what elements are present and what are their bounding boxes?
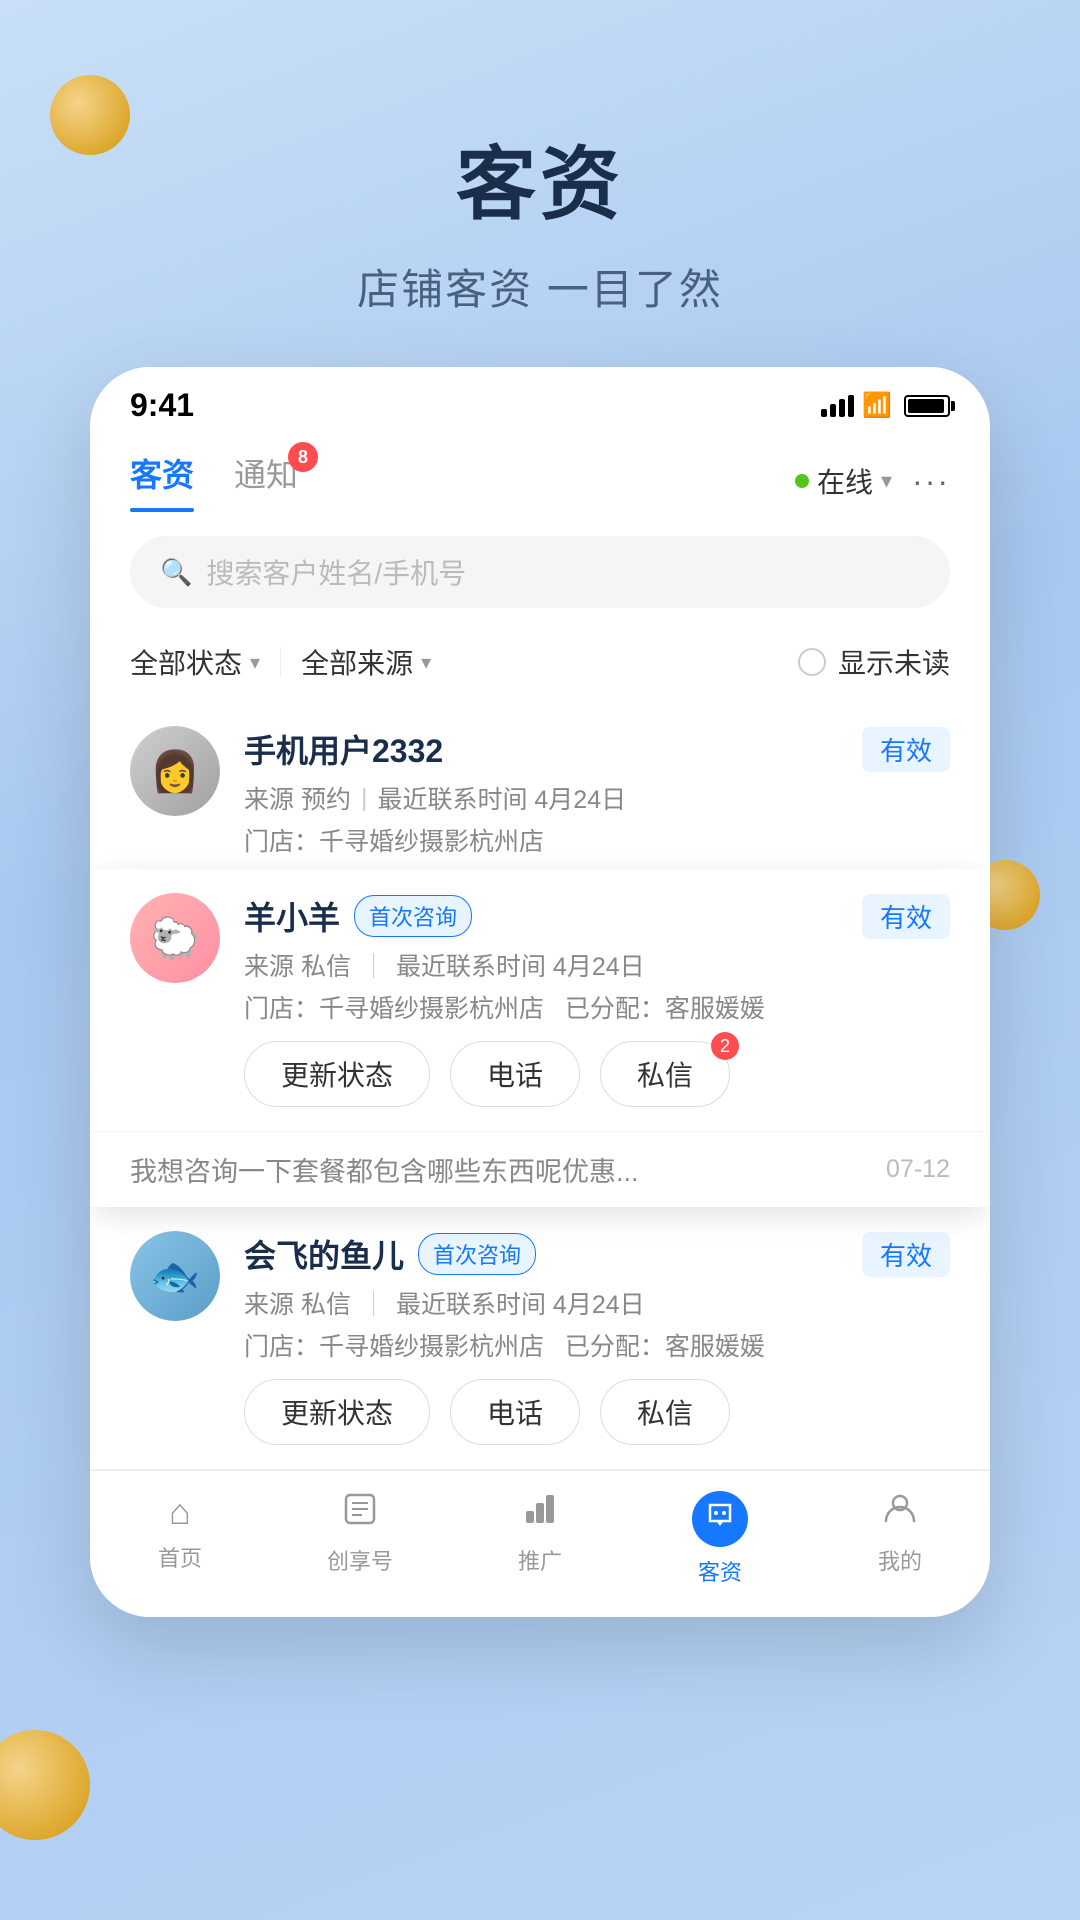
tuiguang-icon <box>522 1491 558 1536</box>
notification-badge: 8 <box>288 442 318 472</box>
app-header: 客资 通知 8 在线 ▾ ··· <box>90 434 990 512</box>
nav-kezi-label: 客资 <box>698 1555 742 1587</box>
status-icons: 📶 <box>821 391 950 420</box>
customer-store-3: 门店：千寻婚纱摄影杭州店 已分配：客服媛媛 <box>244 1327 950 1363</box>
customer-store-2: 门店：千寻婚纱摄影杭州店 已分配：客服媛媛 <box>244 989 950 1025</box>
chevron-down-icon: ▾ <box>421 650 431 675</box>
nav-tuiguang-label: 推广 <box>518 1544 562 1576</box>
filter-source[interactable]: 全部来源 ▾ <box>301 642 431 682</box>
featured-card: 🐑 羊小羊 首次咨询 有效 来源 私信 ｜ 最近联系时间 4月24日 门店：千寻… <box>90 869 990 1207</box>
customer-name-2: 羊小羊 <box>244 893 340 939</box>
chevron-down-icon: ▾ <box>250 650 260 675</box>
valid-tag-1: 有效 <box>862 727 950 772</box>
battery-icon <box>904 395 950 417</box>
nav-mine[interactable]: 我的 <box>810 1491 990 1587</box>
chuanghao-icon <box>342 1491 378 1536</box>
header-right: 在线 ▾ ··· <box>795 461 950 501</box>
message-time-2: 07-12 <box>886 1155 950 1184</box>
search-area: 🔍 搜索客户姓名/手机号 <box>90 512 990 632</box>
nav-chuanghao[interactable]: 创享号 <box>270 1491 450 1587</box>
filter-status[interactable]: 全部状态 ▾ <box>130 642 260 682</box>
first-consult-tag-3: 首次咨询 <box>418 1233 536 1275</box>
nav-mine-label: 我的 <box>878 1544 922 1576</box>
mine-icon <box>882 1491 918 1536</box>
nav-tuiguang[interactable]: 推广 <box>450 1491 630 1587</box>
last-message-2: 我想咨询一下套餐都包含哪些东西呢优惠... 07-12 <box>90 1131 990 1207</box>
customer-store-1: 门店：千寻婚纱摄影杭州店 <box>244 822 950 858</box>
kezi-icon <box>705 1500 735 1538</box>
search-box[interactable]: 🔍 搜索客户姓名/手机号 <box>130 536 950 608</box>
hero-subtitle: 店铺客资 一目了然 <box>0 256 1080 317</box>
customer-item-2[interactable]: 🐑 羊小羊 首次咨询 有效 来源 私信 ｜ 最近联系时间 4月24日 门店：千寻… <box>90 869 990 1131</box>
deco-ball-bottom-left <box>0 1730 90 1840</box>
customer-item-1[interactable]: 👩 手机用户2332 有效 来源 预约 | 最近联系时间 4月24日 门店：千寻… <box>90 702 990 889</box>
hero-section: 客资 店铺客资 一目了然 <box>0 0 1080 367</box>
nav-home[interactable]: ⌂ 首页 <box>90 1491 270 1587</box>
avatar-3: 🐟 <box>130 1231 220 1321</box>
search-input[interactable]: 搜索客户姓名/手机号 <box>206 552 466 592</box>
tab-tongzhi[interactable]: 通知 8 <box>234 450 298 512</box>
action-buttons-2: 更新状态 电话 私信 2 <box>244 1041 950 1107</box>
phone-call-button-3[interactable]: 电话 <box>450 1379 580 1445</box>
signal-icon <box>821 395 854 417</box>
first-consult-tag-2: 首次咨询 <box>354 895 472 937</box>
customer-meta-2: 来源 私信 ｜ 最近联系时间 4月24日 <box>244 947 950 983</box>
avatar-2: 🐑 <box>130 893 220 983</box>
hero-title: 客资 <box>0 120 1080 236</box>
message-text-2: 我想咨询一下套餐都包含哪些东西呢优惠... <box>130 1150 639 1189</box>
nav-kezi[interactable]: 客资 <box>630 1491 810 1587</box>
more-button[interactable]: ··· <box>912 463 950 500</box>
online-dot <box>795 474 809 488</box>
avatar-1: 👩 <box>130 726 220 816</box>
chevron-down-icon: ▾ <box>881 468 892 494</box>
status-time: 9:41 <box>130 387 194 424</box>
tab-kezi[interactable]: 客资 <box>130 450 194 512</box>
kezi-active-circle <box>692 1491 748 1547</box>
filter-bar: 全部状态 ▾ 全部来源 ▾ 显示未读 <box>90 632 990 702</box>
update-status-button-3[interactable]: 更新状态 <box>244 1379 430 1445</box>
search-icon: 🔍 <box>160 557 192 588</box>
customer-item-3[interactable]: 🐟 会飞的鱼儿 首次咨询 有效 来源 私信 ｜ 最近联系时间 4月24日 门店：… <box>90 1207 990 1470</box>
home-icon: ⌂ <box>169 1491 191 1533</box>
message-button-3[interactable]: 私信 <box>600 1379 730 1445</box>
status-bar: 9:41 📶 <box>90 367 990 434</box>
nav-chuanghao-label: 创享号 <box>327 1544 393 1576</box>
wifi-icon: 📶 <box>862 391 892 420</box>
filter-unread[interactable]: 显示未读 <box>798 642 950 682</box>
deco-ball-top-left <box>50 75 130 155</box>
customer-info-3: 会飞的鱼儿 首次咨询 有效 来源 私信 ｜ 最近联系时间 4月24日 门店：千寻… <box>244 1231 950 1445</box>
phone-call-button[interactable]: 电话 <box>450 1041 580 1107</box>
customer-info-1: 手机用户2332 有效 来源 预约 | 最近联系时间 4月24日 门店：千寻婚纱… <box>244 726 950 864</box>
action-buttons-3: 更新状态 电话 私信 <box>244 1379 950 1445</box>
bottom-nav: ⌂ 首页 创享号 <box>90 1470 990 1617</box>
customer-name-3: 会飞的鱼儿 <box>244 1231 404 1277</box>
customer-meta-3: 来源 私信 ｜ 最近联系时间 4月24日 <box>244 1285 950 1321</box>
unread-radio[interactable] <box>798 648 826 676</box>
filter-divider <box>280 647 281 677</box>
customer-name-1: 手机用户2332 <box>244 726 443 772</box>
customer-info-2: 羊小羊 首次咨询 有效 来源 私信 ｜ 最近联系时间 4月24日 门店：千寻婚纱… <box>244 893 950 1107</box>
valid-tag-2: 有效 <box>862 894 950 939</box>
message-badge: 2 <box>711 1032 739 1060</box>
online-status[interactable]: 在线 ▾ <box>795 461 892 501</box>
valid-tag-3: 有效 <box>862 1232 950 1277</box>
nav-home-label: 首页 <box>158 1541 202 1573</box>
customer-meta-1: 来源 预约 | 最近联系时间 4月24日 <box>244 780 950 816</box>
phone-mockup: 9:41 📶 客资 通知 8 <box>90 367 990 1617</box>
update-status-button[interactable]: 更新状态 <box>244 1041 430 1107</box>
phone-screen: 9:41 📶 客资 通知 8 <box>90 367 990 1617</box>
message-button[interactable]: 私信 2 <box>600 1041 730 1107</box>
